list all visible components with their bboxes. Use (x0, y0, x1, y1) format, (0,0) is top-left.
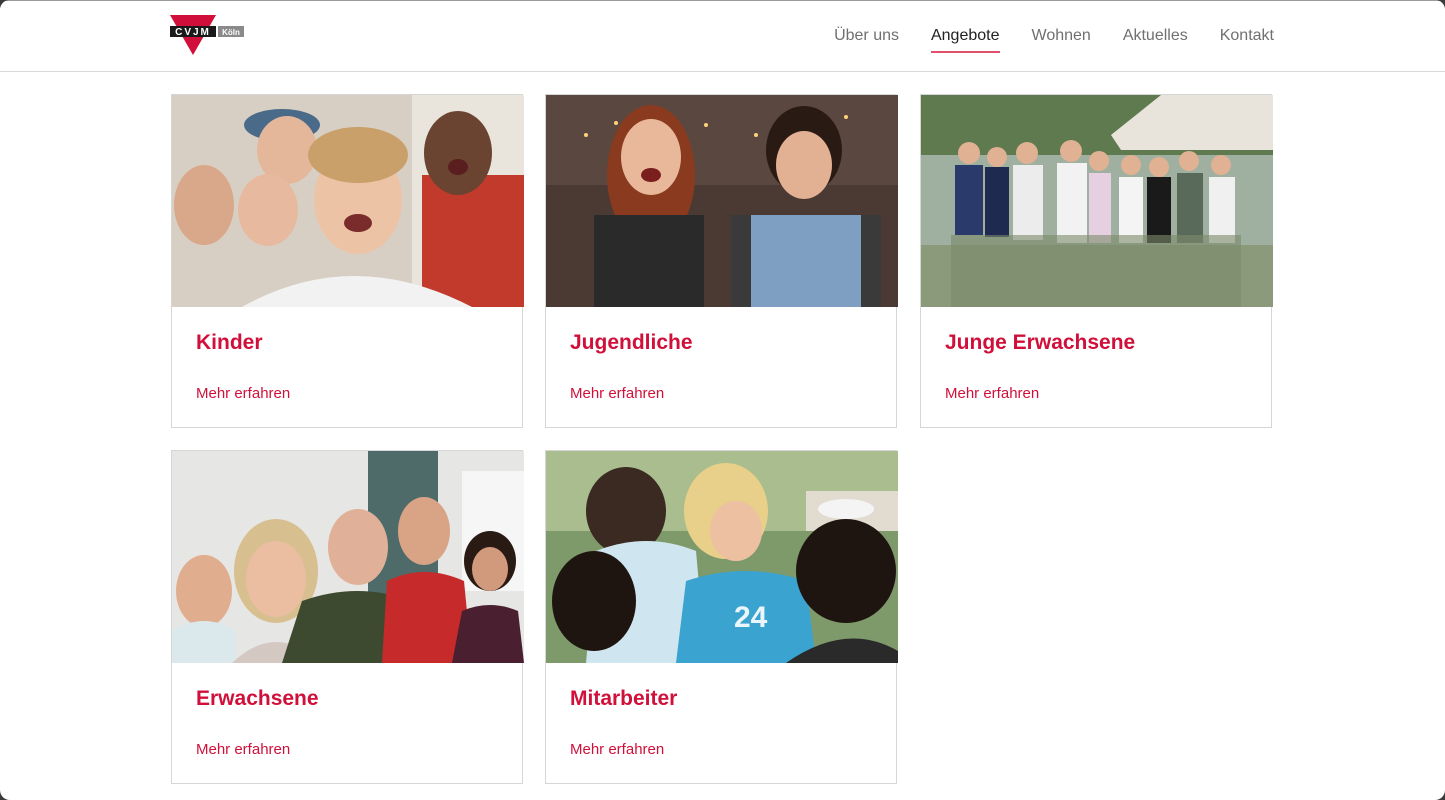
offer-card-erwachsene[interactable]: Erwachsene Mehr erfahren (171, 450, 524, 784)
nav-item-ueber-uns[interactable]: Über uns (834, 23, 899, 49)
card-title: Erwachsene (196, 687, 319, 710)
offer-card-kinder[interactable]: Kinder Mehr erfahren (171, 94, 524, 428)
svg-text:CVJM: CVJM (175, 27, 211, 38)
offer-card-jugendliche[interactable]: Jugendliche Mehr erfahren (545, 94, 898, 428)
offer-card-mitarbeiter[interactable]: 24 Mitarbeiter Mehr erfahren (545, 450, 898, 784)
offer-card-junge-erwachsene[interactable]: Junge Erwachsene Mehr erfahren (920, 94, 1273, 428)
nav-item-wohnen[interactable]: Wohnen (1032, 23, 1091, 49)
nav-item-kontakt[interactable]: Kontakt (1220, 23, 1274, 49)
svg-text:24: 24 (734, 601, 768, 634)
nav-item-angebote[interactable]: Angebote (930, 23, 1000, 53)
card-link-mehr-erfahren[interactable]: Mehr erfahren (570, 741, 664, 758)
card-link-mehr-erfahren[interactable]: Mehr erfahren (196, 741, 290, 758)
card-image-junge-erwachsene (921, 95, 1273, 307)
card-image-erwachsene (172, 451, 524, 663)
card-title: Kinder (196, 331, 263, 354)
main-nav: Über uns Angebote Wohnen Aktuelles Konta… (802, 1, 1274, 71)
card-image-mitarbeiter: 24 (546, 451, 898, 663)
card-link-mehr-erfahren[interactable]: Mehr erfahren (570, 385, 664, 402)
card-image-kinder (172, 95, 524, 307)
card-image-jugendliche (546, 95, 898, 307)
browser-window: CVJM Köln Über uns Angebote Wohnen Aktue… (0, 0, 1445, 800)
cvjm-logo[interactable]: CVJM Köln (170, 15, 246, 57)
nav-item-aktuelles[interactable]: Aktuelles (1123, 23, 1188, 49)
card-title: Jugendliche (570, 331, 693, 354)
card-title: Junge Erwachsene (945, 331, 1136, 354)
card-link-mehr-erfahren[interactable]: Mehr erfahren (945, 385, 1039, 402)
svg-text:Köln: Köln (222, 28, 240, 37)
card-title: Mitarbeiter (570, 687, 678, 710)
site-header: CVJM Köln Über uns Angebote Wohnen Aktue… (0, 1, 1445, 72)
card-link-mehr-erfahren[interactable]: Mehr erfahren (196, 385, 290, 402)
